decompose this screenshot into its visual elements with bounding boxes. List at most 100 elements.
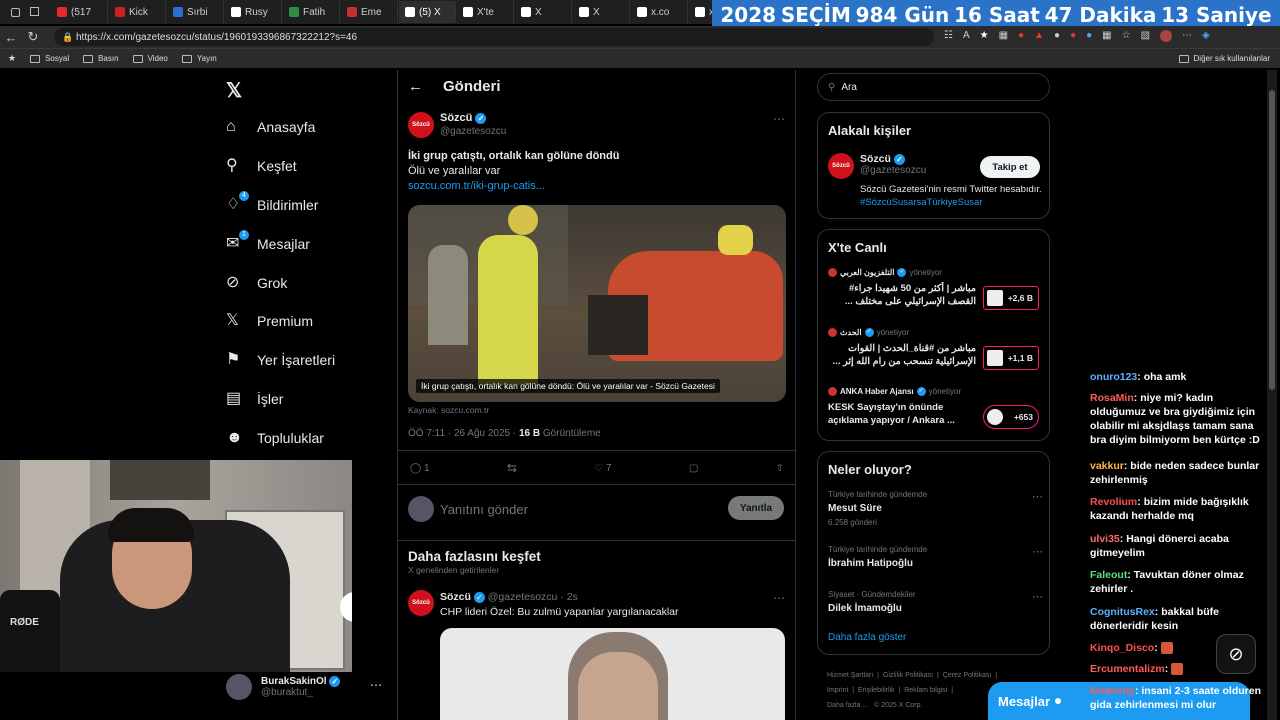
more-menu-icon[interactable]: ⋯ — [1182, 30, 1192, 42]
link-preview-image[interactable]: İki grup çatıştı, ortalık kan gölüne dön… — [408, 205, 786, 402]
nav-item[interactable]: ⌂ Anasayfa — [226, 112, 315, 142]
nav-item[interactable]: ♢ 4 Bildirimler — [226, 190, 318, 220]
search-box[interactable]: ⚲ Ara — [817, 73, 1050, 101]
extension-icon[interactable]: ● — [1070, 30, 1076, 42]
listener-pill[interactable]: +2,6 B — [983, 286, 1039, 310]
next-post-author[interactable]: Sözcü — [440, 591, 471, 603]
author-name[interactable]: Sözcü — [440, 112, 472, 124]
post-link[interactable]: sozcu.com.tr/iki-grup-catis... — [408, 180, 786, 192]
browser-tab[interactable]: (517 — [51, 1, 108, 23]
browser-tab[interactable]: Rusy — [225, 1, 282, 23]
person-name[interactable]: Sözcü — [860, 153, 891, 165]
nav-item[interactable]: ⚲ Keşfet — [226, 151, 297, 181]
favorite-star-icon[interactable]: ★ — [980, 30, 989, 42]
browser-tab[interactable]: X — [573, 1, 630, 23]
next-post-image[interactable] — [440, 628, 785, 720]
read-aloud-icon[interactable]: A — [963, 30, 970, 42]
reply-action[interactable]: ◯ 1 — [410, 463, 430, 474]
extension-icon[interactable]: ▦ — [999, 30, 1008, 42]
account-switcher[interactable]: BurakSakinOl ✓ @buraktut_ ⋯ — [226, 670, 386, 704]
link-source[interactable]: Kaynak: sozcu.com.tr — [408, 405, 489, 415]
browser-tab[interactable]: X — [515, 1, 572, 23]
profile-avatar-icon[interactable] — [1160, 30, 1173, 42]
extension-icon[interactable]: ● — [1086, 30, 1092, 42]
footer-link[interactable]: Erişilebilirlik — [858, 687, 895, 694]
footer-link[interactable]: Daha fazla ... — [827, 702, 868, 709]
show-more-link[interactable]: Daha fazla göster — [828, 632, 906, 643]
nav-item[interactable]: ⊘ Grok — [226, 268, 287, 298]
reload-icon[interactable]: ↻ — [22, 29, 44, 45]
browser-tab[interactable]: Sırbi — [167, 1, 224, 23]
footer-link[interactable]: Hizmet Şartları — [827, 672, 873, 679]
tab-actions-icon[interactable] — [30, 3, 50, 21]
next-post-text: CHP lideri Özel: Bu zulmü yapanlar yargı… — [440, 606, 679, 618]
extension-icon[interactable]: ▲ — [1034, 30, 1044, 42]
other-bookmarks[interactable]: Diğer sık kullanılanlar — [1178, 54, 1270, 63]
author-avatar[interactable]: Sözcü — [408, 590, 434, 616]
listener-pill[interactable]: +1,1 B — [983, 346, 1039, 370]
footer-link[interactable]: Imprint — [827, 687, 848, 694]
footer-link[interactable]: Çerez Politikası — [943, 672, 992, 679]
browser-tab[interactable]: (5) X — [399, 1, 456, 23]
extensions-puzzle-icon[interactable]: ▦ — [1102, 30, 1111, 42]
browser-tab[interactable]: x.co — [631, 1, 688, 23]
reply-button[interactable]: Yanıtla — [728, 496, 784, 520]
nav-item[interactable]: ⚑ Yer İşaretleri — [226, 345, 335, 375]
tab-favicon-icon — [405, 7, 415, 17]
author-avatar[interactable]: Sözcü — [408, 112, 434, 138]
live-space-item[interactable]: ANKA Haber Ajansı ✓ yönetiyor KESK Sayıştay… — [828, 387, 1043, 437]
back-arrow-icon[interactable]: ← — [0, 30, 22, 45]
live-space-item[interactable]: التلفزيون العربي ✓ yönetiyor مباشر | أكثر م… — [828, 268, 1043, 318]
next-post-handle[interactable]: @gazetesozcu · 2s — [488, 591, 578, 603]
author-avatar[interactable]: Sözcü — [828, 153, 854, 179]
bookmark-folder[interactable]: Sosyal — [30, 54, 69, 63]
url-field[interactable]: 🔒 https://x.com/gazetesozcu/status/19601… — [54, 28, 934, 46]
x-logo-icon[interactable]: 𝕏 — [226, 78, 242, 103]
listener-pill[interactable]: +653 — [983, 405, 1039, 429]
more-options-icon[interactable]: ⋯ — [773, 112, 785, 126]
browser-tab[interactable]: Eme — [341, 1, 398, 23]
more-options-icon[interactable]: ⋯ — [1032, 545, 1043, 558]
bookmark-folder[interactable]: Video — [132, 54, 168, 63]
repost-icon[interactable]: ⇆ — [507, 461, 517, 475]
bio-hashtag[interactable]: #SözcüSusarsaTürkiyeSusar — [860, 197, 983, 208]
tab-label: Kick — [129, 6, 148, 18]
browser-tab[interactable]: X'te — [457, 1, 514, 23]
nav-item[interactable]: ☻ Topluluklar — [226, 423, 324, 453]
nav-item[interactable]: 𝕏 Premium — [226, 306, 313, 336]
footer-link[interactable]: Reklam bilgisi — [904, 687, 947, 694]
live-space-item[interactable]: الحدث ✓ yönetiyor مباشر من #قناة_الحدث | ال… — [828, 328, 1043, 378]
bookmark-folder[interactable]: Basın — [83, 54, 119, 63]
collections-icon[interactable]: ▧ — [1141, 30, 1150, 42]
nav-item[interactable]: ✉ 1 Mesajlar — [226, 229, 310, 259]
reply-input[interactable] — [440, 500, 710, 518]
trend-item[interactable]: Türkiye tarihinde gündemde İbrahim Hatipo… — [828, 545, 1043, 573]
author-handle[interactable]: @gazetesozcu — [440, 126, 506, 137]
host-name: ANKA Haber Ajansı — [840, 387, 914, 396]
more-options-icon[interactable]: ⋯ — [773, 591, 785, 605]
add-favorite-icon[interactable]: ★ — [8, 53, 16, 64]
bookmark-icon[interactable]: ▢ — [689, 463, 698, 474]
footer-link[interactable]: Gizlilik Politikası — [883, 672, 933, 679]
bookmark-folder[interactable]: Yayın — [181, 54, 217, 63]
extension-icon[interactable]: ● — [1018, 30, 1024, 42]
trend-item[interactable]: Siyaset · Gündemdekiler Dilek İmamoğlu ⋯ — [828, 590, 1043, 618]
reader-mode-icon[interactable]: ☷ — [944, 30, 953, 42]
person-handle[interactable]: @gazetesozcu — [860, 165, 926, 176]
workspaces-icon[interactable] — [10, 7, 20, 17]
browser-tab[interactable]: Fatih — [283, 1, 340, 23]
back-arrow-icon[interactable]: ← — [408, 78, 423, 95]
nav-item[interactable]: ▤ İşler — [226, 384, 283, 414]
copilot-icon[interactable]: ◈ — [1202, 30, 1210, 42]
share-icon[interactable]: ⇧ — [776, 463, 784, 474]
favorites-bar-icon[interactable]: ☆ — [1122, 30, 1131, 42]
post-timestamp[interactable]: ÖÖ 7:11 · 26 Ağu 2025 · — [408, 428, 516, 439]
follow-button[interactable]: Takip et — [980, 156, 1040, 178]
more-options-icon[interactable]: ⋯ — [1032, 490, 1043, 503]
browser-tab[interactable]: Kick — [109, 1, 166, 23]
like-action[interactable]: ♡ 7 — [594, 463, 611, 474]
more-options-icon[interactable]: ⋯ — [370, 678, 382, 692]
more-options-icon[interactable]: ⋯ — [1032, 590, 1043, 603]
extension-icon[interactable]: ● — [1054, 30, 1060, 42]
trend-item[interactable]: Türkiye tarihinde gündemde Mesut Süre 6.25… — [828, 490, 1043, 527]
